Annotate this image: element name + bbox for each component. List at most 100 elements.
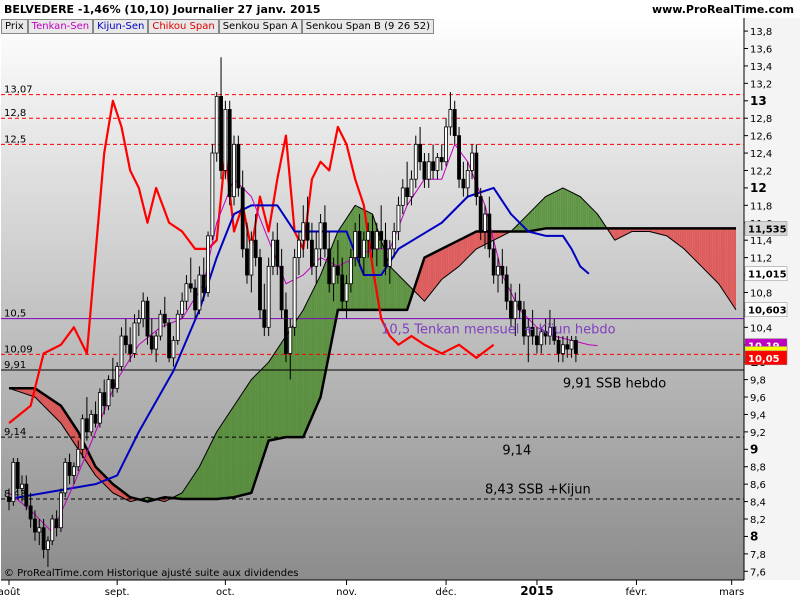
cloud-segment <box>402 279 405 310</box>
cloud-segment <box>705 228 708 273</box>
cloud-segment <box>305 301 308 433</box>
candle-body <box>180 300 185 315</box>
candle-body <box>474 152 479 198</box>
y-tick-label: 9,6 <box>750 393 766 404</box>
y-tick-label: 9,4 <box>750 410 766 421</box>
x-tick-label: févr. <box>625 586 647 598</box>
cloud-segment <box>322 264 325 387</box>
cloud-segment <box>253 375 256 487</box>
candle-body <box>54 518 59 529</box>
candle-body <box>50 518 55 542</box>
cloud-segment <box>197 466 200 499</box>
cloud-segment <box>205 449 209 499</box>
candle-body <box>193 287 197 311</box>
candle-body <box>301 222 306 241</box>
candle-body <box>288 326 293 354</box>
candle-body <box>97 392 102 424</box>
cloud-segment <box>251 377 254 493</box>
y-tick-label: 13,6 <box>750 44 772 55</box>
cloud-segment <box>552 192 555 229</box>
candle-body <box>461 178 466 189</box>
cloud-segment <box>716 228 719 284</box>
x-tick-label: nov. <box>336 587 357 598</box>
cloud-segment <box>549 193 553 229</box>
cloud-segment <box>266 362 269 448</box>
y-tick-label: 12,4 <box>750 149 772 160</box>
x-tick-label: oct. <box>216 587 235 598</box>
cloud-segment <box>454 241 457 270</box>
cloud-segment <box>212 436 215 499</box>
y-tick-label: 10,8 <box>750 288 772 299</box>
candle-body <box>284 309 288 354</box>
cloud-segment <box>591 207 594 229</box>
cloud-segment <box>430 253 434 294</box>
x-tick-label: 2015 <box>520 584 553 598</box>
cloud-segment <box>225 415 228 499</box>
cloud-segment <box>616 228 620 240</box>
y-tick-label: 8,8 <box>750 463 766 474</box>
candle-body <box>59 492 63 529</box>
legend-chikou[interactable]: Chikou Span <box>148 19 219 34</box>
candle-body <box>444 126 448 163</box>
cloud-segment <box>400 277 403 310</box>
cloud-segment <box>723 228 726 294</box>
y-tick-label: 8,4 <box>750 498 766 509</box>
chart-annotation: 9,91 SSB hebdo <box>563 376 666 391</box>
y-tick-label: 8,6 <box>750 480 766 491</box>
candle-body <box>245 248 249 276</box>
candle-body <box>136 318 141 324</box>
candle-body <box>487 213 492 250</box>
cloud-segment <box>532 207 535 231</box>
candle-body <box>305 222 310 241</box>
cloud-segment <box>311 288 315 418</box>
candle-body <box>67 461 72 476</box>
x-tick-label: déc. <box>435 586 456 598</box>
cloud-segment <box>435 251 438 288</box>
cloud-segment <box>433 252 436 291</box>
candle-body <box>71 466 76 476</box>
cloud-segment <box>240 392 243 496</box>
candle-body <box>392 231 397 250</box>
cloud-segment <box>192 473 196 499</box>
cloud-segment <box>729 228 732 304</box>
cloud-segment <box>307 296 310 428</box>
candle-body <box>409 178 414 198</box>
candle-body <box>500 265 505 276</box>
cloud-segment <box>446 245 449 277</box>
candle-body <box>457 135 461 180</box>
cloud-segment <box>459 239 462 267</box>
legend-kijun[interactable]: Kijun-Sen <box>93 19 149 34</box>
legend-price[interactable]: Prix <box>1 19 28 34</box>
cloud-segment <box>560 187 563 229</box>
candle-body <box>89 414 94 433</box>
legend-senkou-a[interactable]: Senkou Span A <box>218 19 302 34</box>
legend-tenkan[interactable]: Tenkan-Sen <box>27 19 94 34</box>
cloud-segment <box>684 228 687 252</box>
cloud-segment <box>694 228 698 262</box>
cloud-segment <box>703 228 706 271</box>
candle-body <box>20 483 24 489</box>
cloud-segment <box>584 200 587 229</box>
candle-body <box>374 231 379 250</box>
candle-body <box>110 379 115 389</box>
candle-body <box>171 339 176 359</box>
level-label: 12,5 <box>4 134 26 145</box>
cloud-segment <box>448 244 451 275</box>
y-tick-label: 8,2 <box>750 515 766 526</box>
candle-body <box>236 143 241 189</box>
price-tag-label: 11,015 <box>748 270 787 281</box>
indicator-legend: Prix Tenkan-Sen Kijun-Sen Chikou Span Se… <box>1 19 435 34</box>
price-tag-label: 11,535 <box>748 224 787 235</box>
cloud-segment <box>236 399 239 497</box>
candle-body <box>439 157 444 163</box>
cloud-segment <box>718 228 721 288</box>
cloud-segment <box>534 205 537 231</box>
cloud-segment <box>565 188 568 229</box>
legend-senkou-b[interactable]: Senkou Span B (9 26 52) <box>301 19 435 34</box>
candle-body <box>361 239 366 259</box>
y-tick-label: 10,4 <box>750 323 772 334</box>
cloud-segment <box>208 444 211 499</box>
candle-body <box>275 239 280 267</box>
candle-body <box>197 274 202 311</box>
candle-body <box>15 461 20 489</box>
